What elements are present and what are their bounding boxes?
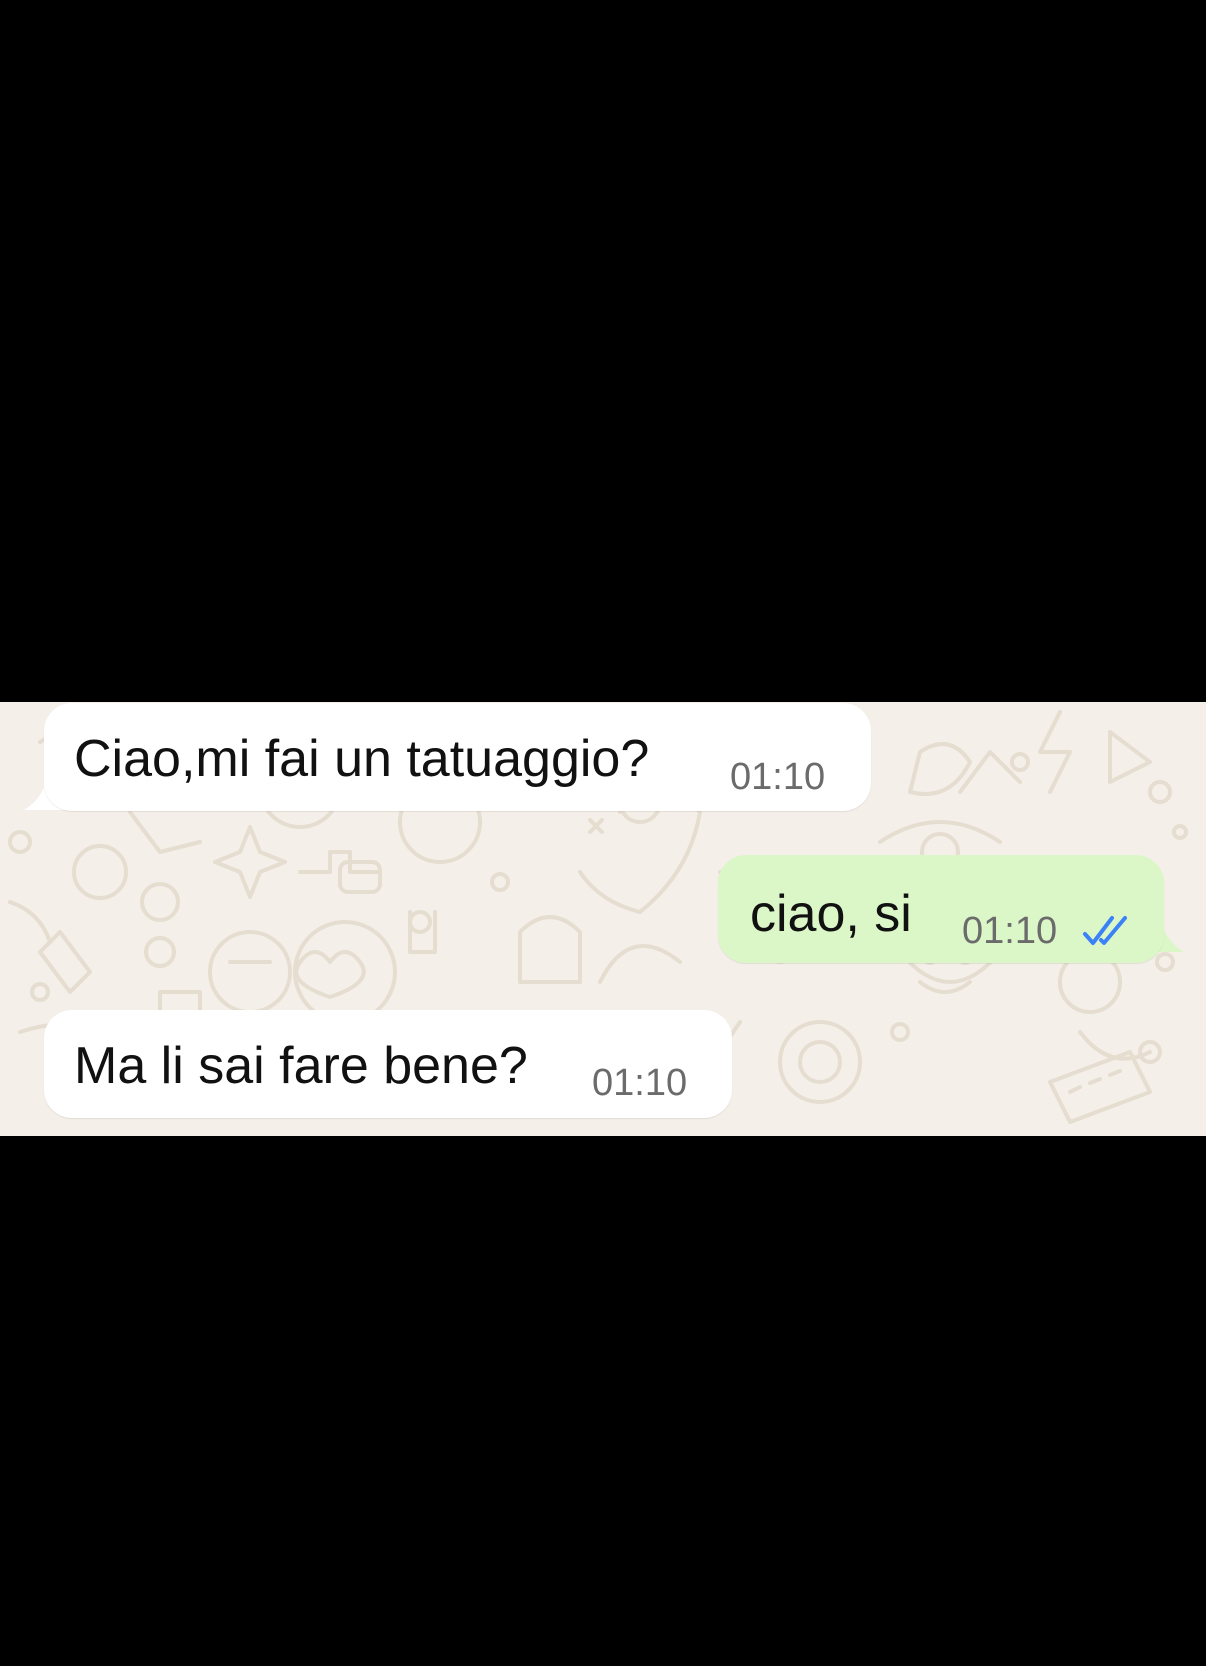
screen: Ciao,mi fai un tatuaggio? 01:10 ciao, si… <box>0 0 1206 1666</box>
message-text: ciao, si <box>750 885 912 943</box>
message-text: Ma li sai fare bene? <box>74 1037 528 1095</box>
message-time: 01:10 <box>962 910 1058 952</box>
message-time: 01:10 <box>730 756 826 798</box>
double-check-read-icon <box>1083 916 1127 945</box>
message-text: Ciao,mi fai un tatuaggio? <box>74 730 650 788</box>
chat-area[interactable]: Ciao,mi fai un tatuaggio? 01:10 ciao, si… <box>0 702 1206 1136</box>
message-time: 01:10 <box>592 1062 688 1104</box>
